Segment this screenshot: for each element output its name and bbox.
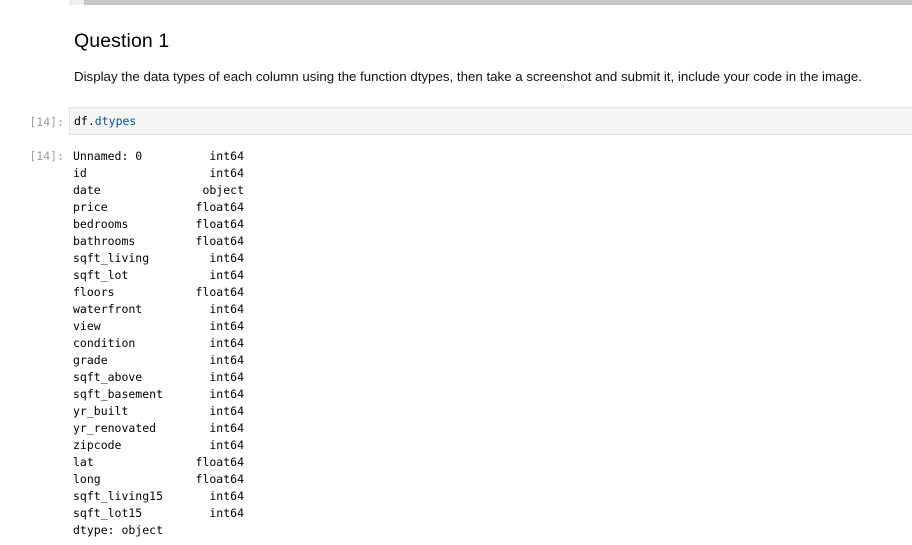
column-dtype: int64 (209, 489, 244, 503)
dtype-row: lat float64 (73, 454, 244, 471)
column-dtype: float64 (195, 285, 244, 299)
dtype-row: id int64 (73, 165, 244, 182)
question-instructions: Display the data types of each column us… (74, 69, 862, 84)
dtype-row: waterfront int64 (73, 301, 244, 318)
column-dtype: int64 (209, 438, 244, 452)
code-variable: df (74, 114, 88, 128)
dtype-row: sqft_lot int64 (73, 267, 244, 284)
scrollbar-track[interactable] (69, 0, 912, 5)
code-attribute: dtypes (94, 114, 137, 128)
column-dtype: int64 (209, 268, 244, 282)
dtype-row: sqft_above int64 (73, 369, 244, 386)
dtype-footer: dtype: object (73, 523, 164, 537)
column-dtype: float64 (195, 200, 244, 214)
output-cell: Unnamed: 0 int64 id int64 date object price flo… (73, 148, 244, 539)
dtype-row: bedrooms float64 (73, 216, 244, 233)
dtype-row: Unnamed: 0 int64 (73, 148, 244, 165)
dtype-row: condition int64 (73, 335, 244, 352)
column-dtype: int64 (209, 149, 244, 163)
output-prompt: [14]: (29, 149, 64, 163)
dtype-row: sqft_basement int64 (73, 386, 244, 403)
scrollbar-handle[interactable] (69, 0, 85, 5)
dtype-row: sqft_lot15 int64 (73, 505, 244, 522)
column-dtype: int64 (209, 251, 244, 265)
column-dtype: float64 (195, 217, 244, 231)
column-dtype: float64 (195, 472, 244, 486)
dtype-row: sqft_living int64 (73, 250, 244, 267)
dtype-row: view int64 (73, 318, 244, 335)
column-dtype: int64 (209, 506, 244, 520)
dtype-row: bathrooms float64 (73, 233, 244, 250)
question-heading: Question 1 (74, 30, 170, 52)
dtype-row: price float64 (73, 199, 244, 216)
column-dtype: int64 (209, 353, 244, 367)
dtype-row: zipcode int64 (73, 437, 244, 454)
dtype-row: long float64 (73, 471, 244, 488)
column-dtype: int64 (209, 421, 244, 435)
column-dtype: object (202, 183, 244, 197)
input-prompt: [14]: (29, 115, 64, 129)
code-dot: . (87, 114, 95, 128)
dtype-row: yr_built int64 (73, 403, 244, 420)
column-dtype: int64 (209, 166, 244, 180)
column-dtype: int64 (209, 302, 244, 316)
column-dtype: int64 (209, 387, 244, 401)
dtype-row: sqft_living15 int64 (73, 488, 244, 505)
column-dtype: int64 (209, 319, 244, 333)
dtype-row: floors float64 (73, 284, 244, 301)
column-dtype: int64 (209, 370, 244, 384)
column-dtype: float64 (195, 455, 244, 469)
column-dtype: int64 (209, 404, 244, 418)
dtype-row: yr_renovated int64 (73, 420, 244, 437)
column-dtype: int64 (209, 336, 244, 350)
column-dtype: float64 (195, 234, 244, 248)
code-input-cell[interactable]: df.dtypes (69, 107, 912, 135)
dtype-row: grade int64 (73, 352, 244, 369)
dtype-row: date object (73, 182, 244, 199)
